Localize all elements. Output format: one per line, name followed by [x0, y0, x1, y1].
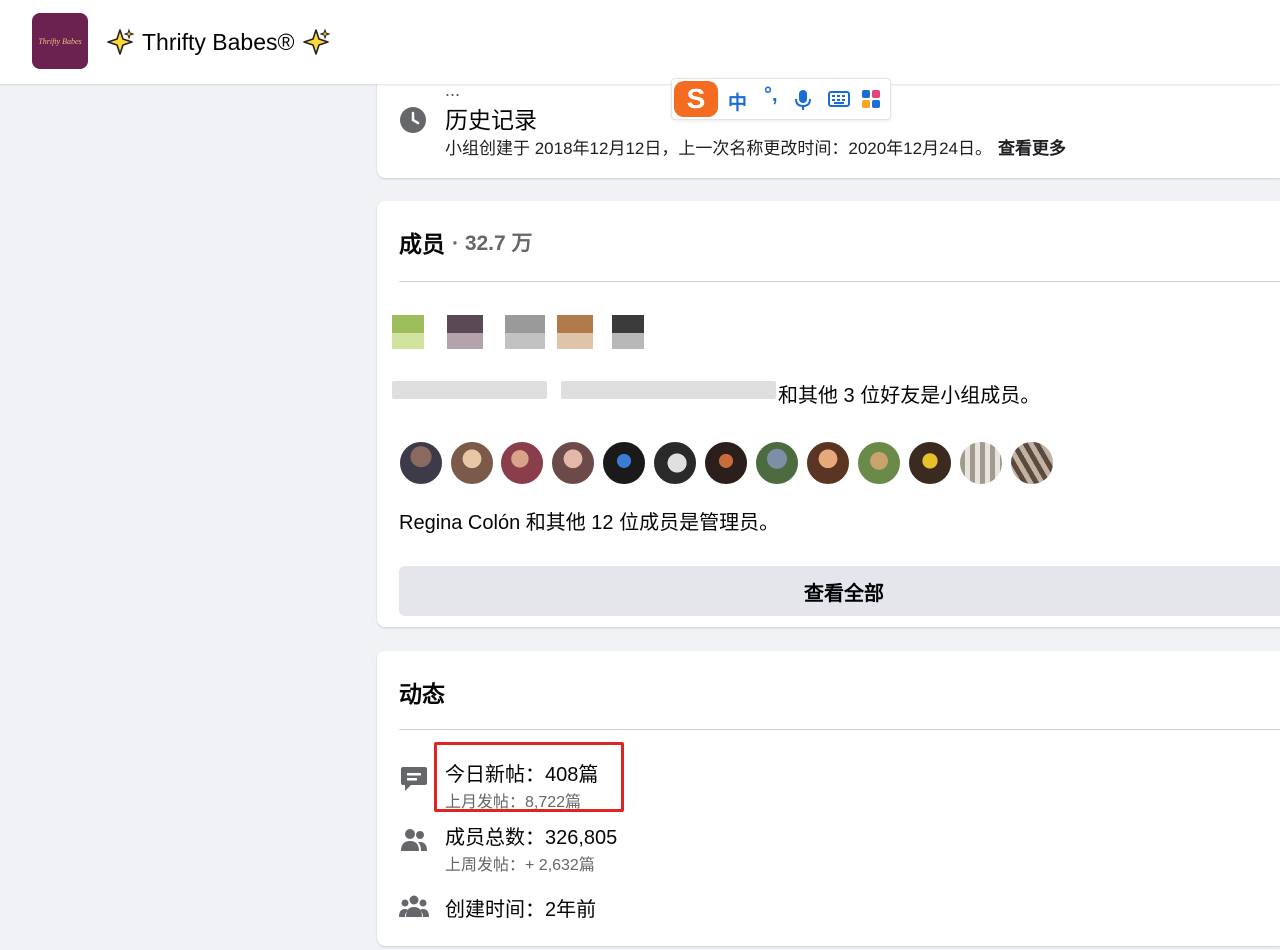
group-logo-text: Thrifty Babes — [38, 36, 82, 46]
avatar[interactable] — [1009, 440, 1055, 486]
divider — [399, 281, 1280, 282]
members-title: 成员 — [399, 231, 445, 257]
activity-title: 动态 — [399, 681, 445, 707]
avatar[interactable] — [856, 440, 902, 486]
friends-in-group-text: 和其他 3 位好友是小组成员。 — [778, 385, 1041, 407]
avatar[interactable] — [601, 440, 647, 486]
ime-mode-toggle[interactable]: 中 — [728, 88, 747, 115]
group-logo[interactable]: Thrifty Babes — [32, 13, 88, 69]
two-people-icon — [401, 829, 427, 851]
avatar[interactable] — [805, 440, 851, 486]
members-count: · 32.7 万 — [452, 232, 533, 255]
ime-logo[interactable]: S — [674, 81, 718, 117]
avatar[interactable] — [398, 440, 444, 486]
admins-text: Regina Colón 和其他 12 位成员是管理员。 — [399, 512, 780, 534]
obscured-friend-name — [561, 381, 776, 399]
avatar[interactable] — [958, 440, 1004, 486]
clock-icon — [400, 107, 426, 133]
microphone-icon[interactable] — [794, 89, 812, 111]
total-members: 成员总数：326,805 — [445, 827, 618, 849]
group-name: Thrifty Babes® — [142, 28, 295, 55]
group-icon — [399, 895, 429, 917]
chat-bubble-icon — [401, 767, 427, 791]
history-title: 历史记录 — [445, 107, 537, 133]
ime-toolbar[interactable]: S 中 °, — [671, 78, 891, 120]
members-card: 成员 · 32.7 万 和其他 3 位好友是小组成员。 Regina Colón… — [377, 201, 1280, 627]
grid-icon[interactable] — [861, 89, 881, 109]
history-detail-text: 小组创建于 2018年12月12日，上一次名称更改时间：2020年12月24日。 — [445, 139, 992, 158]
divider — [399, 729, 1280, 730]
group-header-bar: Thrifty Babes Thrifty Babes® — [0, 0, 1280, 84]
created-time: 创建时间：2年前 — [445, 899, 597, 921]
see-more-link[interactable]: 查看更多 — [998, 139, 1066, 158]
avatar[interactable] — [754, 440, 800, 486]
avatar[interactable] — [499, 440, 545, 486]
group-title[interactable]: Thrifty Babes® — [106, 28, 331, 56]
avatar[interactable] — [652, 440, 698, 486]
posts-last-week: 上周发帖：+ 2,632篇 — [445, 857, 595, 874]
highlight-annotation — [434, 742, 624, 812]
keyboard-icon[interactable] — [828, 90, 850, 108]
avatar[interactable] — [449, 440, 495, 486]
see-all-button[interactable]: 查看全部 — [399, 566, 1280, 616]
avatar[interactable] — [550, 440, 596, 486]
avatar[interactable] — [703, 440, 749, 486]
ime-punctuation-toggle[interactable]: °, — [764, 84, 778, 107]
avatar[interactable] — [907, 440, 953, 486]
obscured-friend-avatars — [392, 315, 647, 365]
obscured-friend-name — [392, 381, 547, 399]
history-detail: 小组创建于 2018年12月12日，上一次名称更改时间：2020年12月24日。… — [445, 134, 1066, 159]
sparkle-icon — [303, 28, 331, 55]
sparkle-icon — [107, 28, 134, 55]
